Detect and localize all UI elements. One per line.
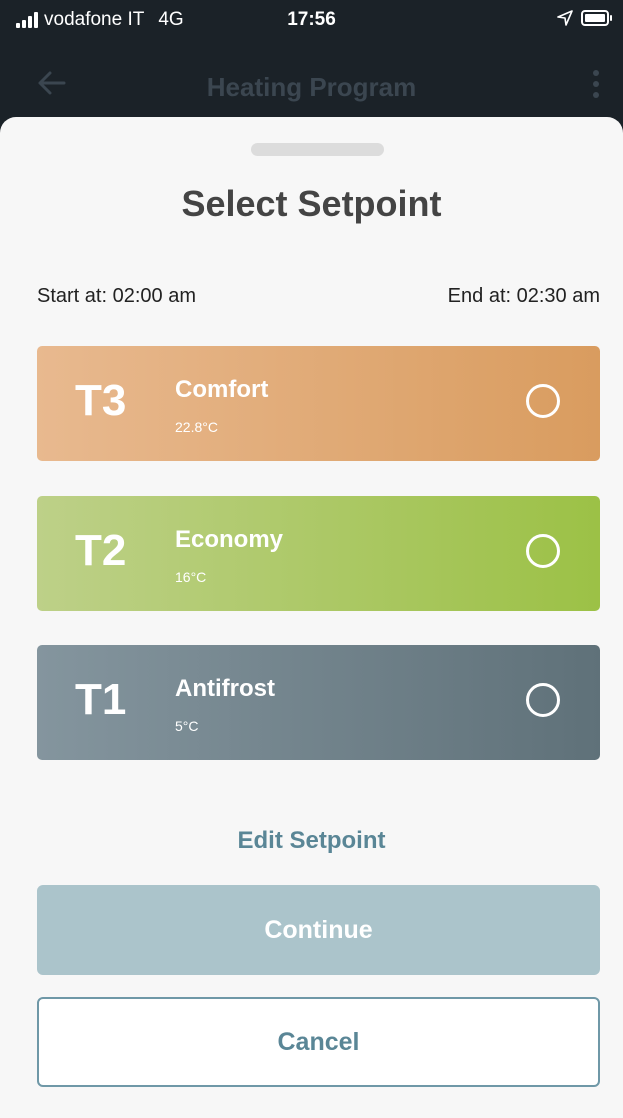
setpoint-code: T2: [75, 526, 127, 575]
continue-button[interactable]: Continue: [37, 885, 600, 975]
setpoint-name: Antifrost: [175, 675, 275, 702]
setpoint-card-t3[interactable]: T3 Comfort 22.8°C: [37, 346, 600, 461]
status-right: [557, 10, 612, 26]
more-vertical-icon[interactable]: [593, 70, 599, 98]
setpoint-name: Comfort: [175, 376, 269, 403]
setpoint-code: T3: [75, 376, 127, 425]
cancel-button[interactable]: Cancel: [37, 997, 600, 1087]
sheet-title: Select Setpoint: [181, 183, 442, 224]
nav-bar: Heating Program: [0, 50, 623, 120]
edit-setpoint-link[interactable]: Edit Setpoint: [0, 827, 623, 855]
setpoint-temperature: 5°C: [175, 718, 199, 734]
start-time: Start at: 02:00 am: [37, 285, 196, 307]
location-arrow-icon: [557, 10, 573, 26]
setpoint-card-t2[interactable]: T2 Economy 16°C: [37, 496, 600, 611]
setpoint-temperature: 16°C: [175, 569, 207, 585]
battery-icon: [581, 10, 612, 26]
radio-button[interactable]: [526, 534, 560, 568]
radio-button[interactable]: [526, 683, 560, 717]
status-time: 17:56: [287, 9, 336, 30]
setpoint-name: Economy: [175, 526, 284, 553]
status-bar: vodafone IT 4G 17:56: [0, 0, 623, 40]
end-time: End at: 02:30 am: [447, 285, 600, 307]
setpoint-sheet: Select Setpoint Start at: 02:00 am End a…: [0, 117, 623, 1118]
time-range: Start at: 02:00 am End at: 02:30 am: [37, 285, 600, 308]
setpoint-code: T1: [75, 675, 127, 724]
setpoint-card-t1[interactable]: T1 Antifrost 5°C: [37, 645, 600, 760]
setpoint-temperature: 22.8°C: [175, 419, 218, 435]
radio-button[interactable]: [526, 384, 560, 418]
sheet-handle[interactable]: [251, 143, 384, 156]
nav-title: Heating Program: [206, 72, 417, 102]
